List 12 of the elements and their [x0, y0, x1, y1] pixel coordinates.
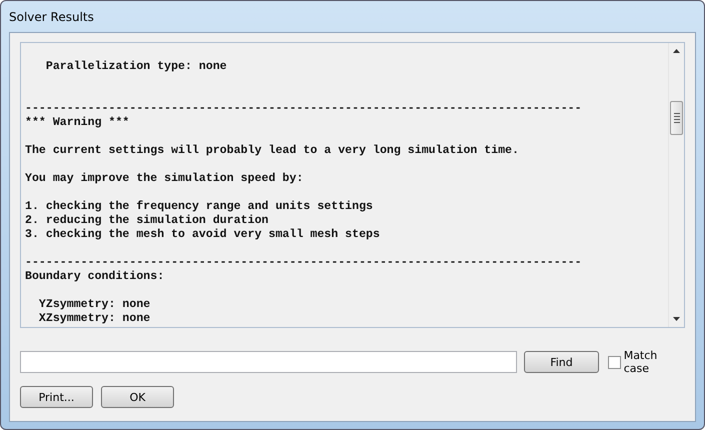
- log-text: Parallelization type: none -------------------------------------------------------------------------------- *** Warning *** The current settings will probably lead to a very long simulation time. You may improve the simulation speed by: 1. checking the frequency range and units settings 2. reducing the simulation duration 3. checking the mesh to avoid very small mesh steps -------------------------------------------------------------------------------- Boundary conditions: YZsymmetry: none XZsymmetry: none: [24, 59, 583, 327]
- scroll-down-icon[interactable]: [673, 317, 680, 321]
- dialog-button[interactable]: Print...: [20, 386, 93, 408]
- find-button[interactable]: Find: [524, 351, 599, 373]
- match-case-label[interactable]: Match case: [624, 349, 685, 375]
- scrollbar[interactable]: [668, 43, 684, 327]
- match-case-checkbox[interactable]: [608, 356, 621, 368]
- dialog-button[interactable]: OK: [101, 386, 174, 408]
- find-field[interactable]: [20, 351, 518, 373]
- scroll-thumb[interactable]: [670, 101, 683, 135]
- window-title: Solver Results: [9, 10, 94, 24]
- scroll-up-icon[interactable]: [673, 49, 680, 53]
